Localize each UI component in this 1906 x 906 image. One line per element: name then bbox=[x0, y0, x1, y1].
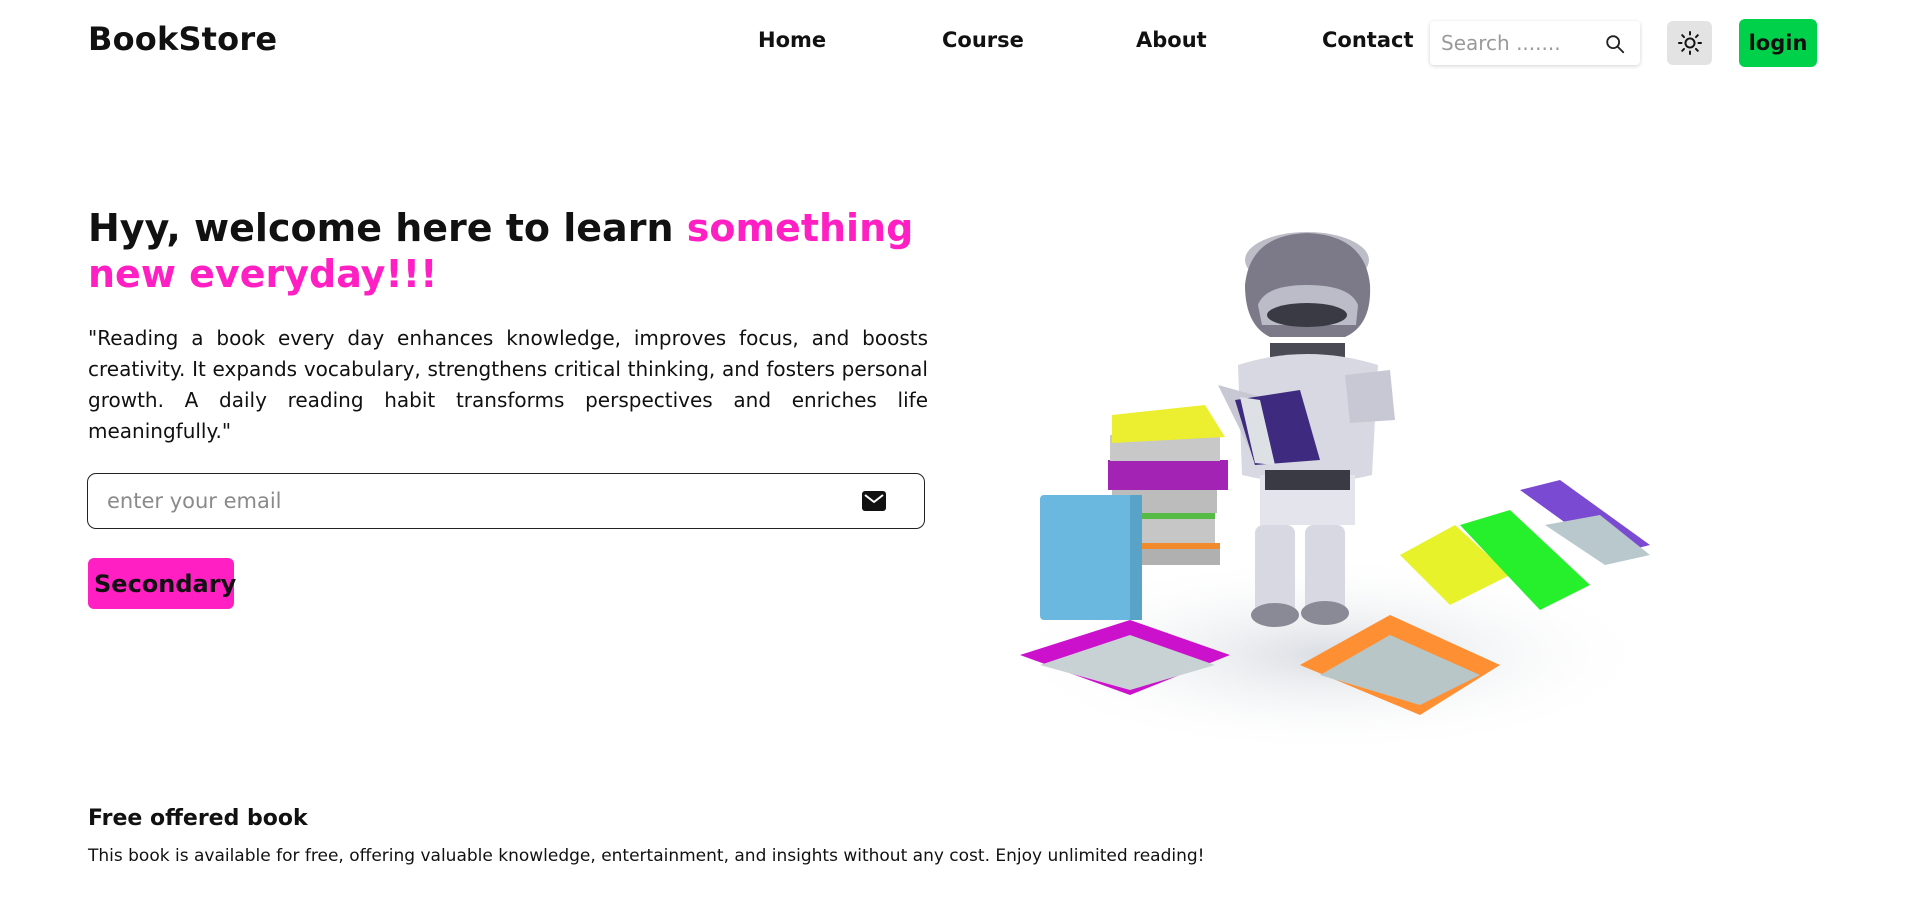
nav-link-course[interactable]: Course bbox=[942, 28, 1024, 52]
nav-link-about[interactable]: About bbox=[1136, 28, 1207, 52]
hero-title: Hyy, welcome here to learn something new… bbox=[88, 205, 938, 297]
blue-book bbox=[1040, 495, 1142, 620]
email-box bbox=[87, 473, 925, 529]
search-box bbox=[1430, 21, 1640, 65]
hero-title-plain: Hyy, welcome here to learn bbox=[88, 206, 687, 250]
email-input[interactable] bbox=[105, 488, 829, 514]
robot-reading-illustration bbox=[1000, 232, 1660, 755]
hero-description: "Reading a book every day enhances knowl… bbox=[88, 326, 928, 443]
nav-link-contact[interactable]: Contact bbox=[1322, 28, 1414, 52]
free-section-title: Free offered book bbox=[88, 806, 308, 831]
search-input[interactable] bbox=[1439, 30, 1593, 56]
theme-toggle-button[interactable] bbox=[1667, 21, 1712, 65]
mail-icon[interactable] bbox=[862, 491, 886, 511]
nav-link-home[interactable]: Home bbox=[758, 28, 826, 52]
login-button[interactable]: login bbox=[1739, 19, 1817, 67]
sun-icon bbox=[1677, 30, 1702, 56]
search-icon[interactable] bbox=[1604, 33, 1626, 55]
secondary-button[interactable]: Secondary bbox=[88, 558, 236, 609]
free-section-description: This book is available for free, offerin… bbox=[88, 846, 1205, 866]
navbar: BookStore Home Course About Contact Sear… bbox=[0, 0, 1906, 86]
